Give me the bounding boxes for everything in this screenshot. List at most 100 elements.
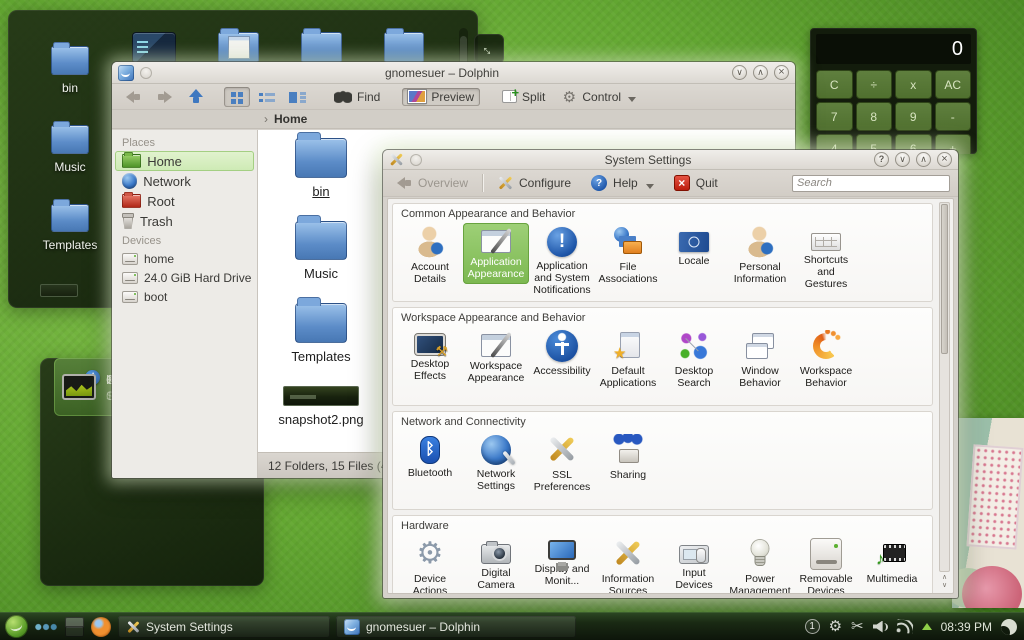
- settings-tile[interactable]: Default Applications: [595, 327, 661, 393]
- configure-button[interactable]: Configure: [491, 173, 577, 193]
- split-button[interactable]: Split: [496, 88, 551, 106]
- task-button[interactable]: System Settings: [118, 616, 330, 638]
- folder-docs-icon[interactable]: [218, 32, 259, 63]
- up-button[interactable]: [182, 87, 210, 106]
- window-help-button[interactable]: [874, 152, 889, 167]
- places-item[interactable]: Network: [112, 171, 257, 191]
- calculator-key[interactable]: 7: [816, 102, 853, 131]
- file-item[interactable]: snapshot2.png: [266, 386, 376, 427]
- settings-tile[interactable]: Information Sources: [595, 535, 661, 594]
- settings-tile[interactable]: Desktop Effects: [397, 327, 463, 386]
- klipper-scissors-icon[interactable]: ✂: [851, 619, 864, 634]
- system-settings-titlebar[interactable]: System Settings: [383, 150, 958, 170]
- settings-tile[interactable]: Workspace Appearance: [463, 327, 529, 388]
- calculator-key[interactable]: ÷: [856, 70, 893, 99]
- compact-view-button[interactable]: [284, 87, 310, 107]
- network-icon[interactable]: [896, 619, 913, 634]
- device-item[interactable]: home: [112, 249, 257, 268]
- titlebar-pin-button[interactable]: [410, 154, 422, 166]
- help-button[interactable]: Help: [585, 173, 660, 193]
- breadcrumb[interactable]: Home: [112, 110, 795, 129]
- file-item[interactable]: bin: [266, 138, 376, 199]
- panel-cashew-icon[interactable]: [1001, 619, 1017, 635]
- scrollbar[interactable]: [939, 202, 950, 572]
- desktop-pager[interactable]: [64, 617, 84, 637]
- system-settings-app-icon[interactable]: [389, 152, 404, 167]
- settings-tile[interactable]: Locale: [661, 223, 727, 271]
- snapshot-thumbnail-icon[interactable]: [40, 284, 78, 297]
- quit-button[interactable]: Quit: [668, 173, 724, 193]
- settings-tile[interactable]: Removable Devices: [793, 535, 859, 594]
- settings-tile[interactable]: Account Details: [397, 223, 463, 289]
- scrollbar-thumb[interactable]: [941, 204, 948, 354]
- places-item[interactable]: Trash: [112, 211, 257, 231]
- places-item[interactable]: Home: [115, 151, 254, 171]
- find-button[interactable]: Find: [328, 88, 386, 106]
- folder-view-resize-handle[interactable]: [474, 34, 504, 64]
- details-view-button[interactable]: [254, 87, 280, 107]
- desktop-icon[interactable]: bin: [32, 46, 108, 95]
- settings-tile[interactable]: File Associations: [595, 223, 661, 289]
- minimize-button[interactable]: [732, 65, 747, 80]
- search-input[interactable]: [792, 175, 950, 192]
- calculator-key[interactable]: 8: [856, 102, 893, 131]
- control-button[interactable]: Control: [555, 87, 642, 107]
- close-button[interactable]: [774, 65, 789, 80]
- back-button[interactable]: [120, 89, 147, 105]
- settings-tile[interactable]: Application and System Notifications: [529, 223, 595, 300]
- settings-tile[interactable]: Multimedia: [859, 535, 925, 589]
- scrollbar-arrows[interactable]: ∧∨: [939, 574, 950, 590]
- folder-icon[interactable]: [301, 32, 342, 63]
- settings-tile[interactable]: Network Settings: [463, 431, 529, 496]
- close-button[interactable]: [937, 152, 952, 167]
- settings-tile[interactable]: Desktop Search: [661, 327, 727, 393]
- settings-tile[interactable]: Accessibility: [529, 327, 595, 381]
- clock[interactable]: 08:39 PM: [941, 620, 992, 634]
- maximize-button[interactable]: [753, 65, 768, 80]
- task-button[interactable]: gnomesuer – Dolphin: [336, 616, 576, 638]
- settings-tile[interactable]: Bluetooth: [397, 431, 463, 483]
- calculator-key[interactable]: AC: [935, 70, 972, 99]
- icons-view-button[interactable]: [224, 87, 250, 107]
- activity-dots-icon[interactable]: [35, 623, 57, 631]
- dolphin-app-icon[interactable]: [118, 65, 134, 81]
- settings-tile[interactable]: Shortcuts and Gestures: [793, 223, 859, 294]
- notification-badge[interactable]: 1: [805, 619, 820, 634]
- terminal-icon[interactable]: [132, 32, 176, 64]
- calculator-key[interactable]: -: [935, 102, 972, 131]
- device-item[interactable]: boot: [112, 287, 257, 306]
- desktop-icon[interactable]: Templates: [32, 204, 108, 253]
- settings-tray-icon[interactable]: ⚙: [829, 619, 842, 634]
- settings-tile[interactable]: Power Management: [727, 535, 793, 594]
- firefox-icon[interactable]: [91, 617, 111, 637]
- calculator-key[interactable]: C: [816, 70, 853, 99]
- places-item[interactable]: Root: [112, 191, 257, 211]
- overview-button[interactable]: Overview: [391, 174, 474, 192]
- settings-tile[interactable]: SSL Preferences: [529, 431, 595, 497]
- settings-tile[interactable]: Digital Camera: [463, 535, 529, 594]
- forward-button[interactable]: [151, 89, 178, 105]
- tray-expand-icon[interactable]: [922, 623, 932, 630]
- volume-icon[interactable]: [873, 621, 888, 633]
- file-item[interactable]: Templates: [266, 303, 376, 364]
- settings-tile[interactable]: Application Appearance: [463, 223, 529, 284]
- settings-tile[interactable]: Personal Information: [727, 223, 793, 289]
- calculator-key[interactable]: 9: [895, 102, 932, 131]
- minimize-button[interactable]: [895, 152, 910, 167]
- settings-tile[interactable]: Workspace Behavior: [793, 327, 859, 393]
- settings-tile[interactable]: Device Actions: [397, 535, 463, 594]
- desktop-icon[interactable]: Music: [32, 125, 108, 174]
- titlebar-pin-button[interactable]: [140, 67, 152, 79]
- folder-icon[interactable]: [384, 32, 425, 63]
- settings-tile[interactable]: Input Devices: [661, 535, 727, 594]
- settings-tile[interactable]: Display and Monit...: [529, 535, 595, 591]
- settings-tile[interactable]: Window Behavior: [727, 327, 793, 393]
- device-item[interactable]: 24.0 GiB Hard Drive: [112, 268, 257, 287]
- preview-button[interactable]: Preview: [402, 88, 480, 106]
- calculator-key[interactable]: x: [895, 70, 932, 99]
- file-item[interactable]: Music: [266, 221, 376, 282]
- maximize-button[interactable]: [916, 152, 931, 167]
- application-launcher-button[interactable]: [5, 615, 28, 638]
- settings-tile[interactable]: Sharing: [595, 431, 661, 485]
- dolphin-titlebar[interactable]: gnomesuer – Dolphin: [112, 62, 795, 84]
